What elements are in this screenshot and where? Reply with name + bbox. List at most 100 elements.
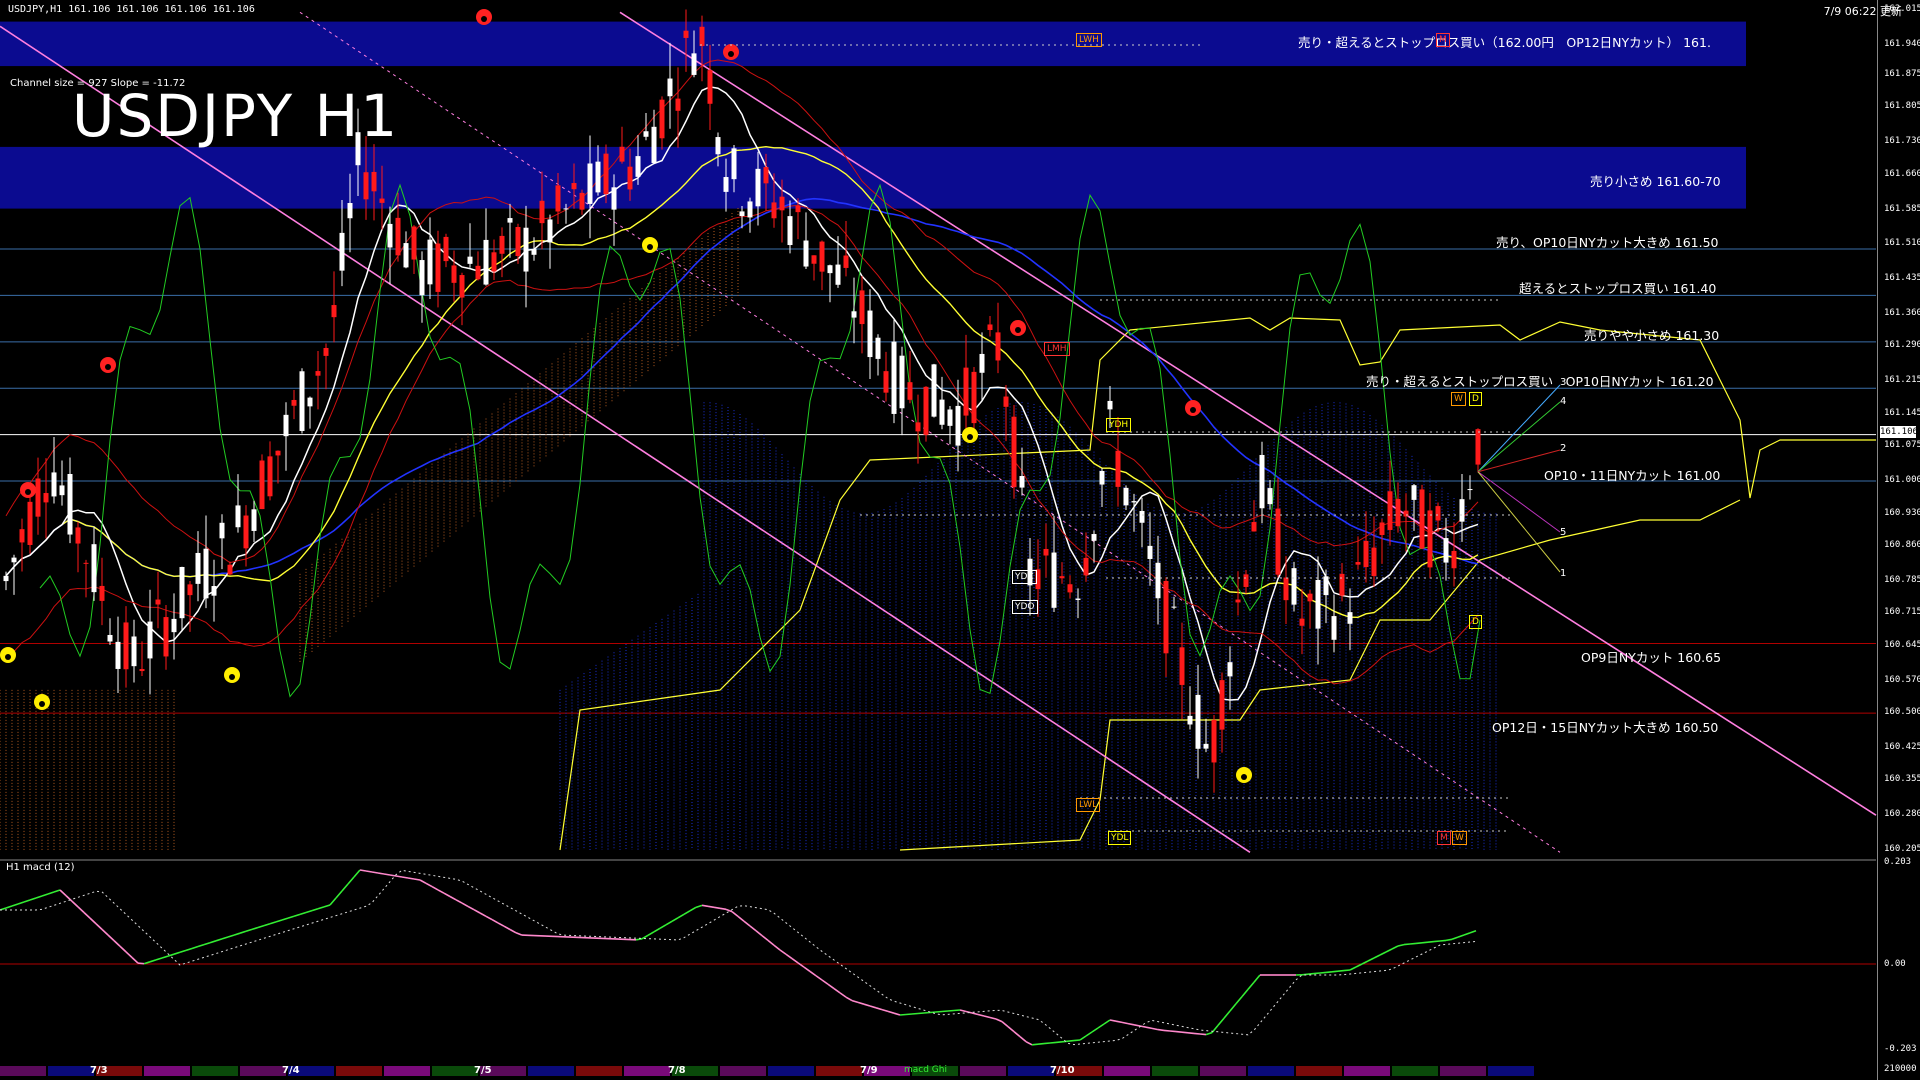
candle-body: [1395, 498, 1401, 527]
candle-body: [363, 172, 369, 200]
macd-line-seg: [119, 945, 127, 953]
time-axis[interactable]: 7/3 7/4 7/5 7/8 7/9 macd Ghi 7/10: [0, 1062, 1878, 1080]
candle-body: [891, 341, 897, 414]
candle-body: [107, 634, 113, 642]
date-label-1: 7/3: [90, 1065, 108, 1076]
macd-line-seg: [89, 917, 97, 925]
macd-line-seg: [1145, 1026, 1153, 1030]
candle-body: [595, 161, 601, 193]
session-segment: [960, 1066, 1006, 1076]
macd-line-seg: [1445, 938, 1453, 942]
macd-line-seg: [1199, 1033, 1207, 1036]
candle-body: [43, 493, 49, 503]
macd-line-seg: [1439, 939, 1447, 942]
session-segment: [1152, 1066, 1198, 1076]
macd-line-seg: [695, 904, 703, 909]
price-tick: 161.215: [1884, 375, 1920, 386]
macd-line-seg: [275, 919, 283, 923]
candle-body: [203, 548, 209, 599]
macd-line-seg: [929, 1011, 937, 1014]
macd-line-seg: [485, 915, 493, 921]
macd-line-seg: [1379, 951, 1387, 956]
macd-line-seg: [857, 1001, 865, 1005]
macd-line-seg: [869, 1005, 877, 1009]
candle-body: [731, 148, 737, 180]
macd-line-seg: [1457, 934, 1465, 938]
price-tick: 161.360: [1884, 307, 1920, 318]
macd-line-seg: [197, 943, 205, 948]
macd-line-seg: [683, 910, 691, 916]
session-segment: [1296, 1066, 1342, 1076]
candle-body: [1147, 545, 1153, 559]
session-segment: [624, 1066, 670, 1076]
level-label-2: 売り小さめ 161.60-70: [1590, 174, 1721, 189]
macd-line-seg: [221, 936, 229, 940]
candle-body: [243, 515, 249, 549]
candle-body: [51, 472, 57, 497]
macd-line-seg: [767, 939, 775, 946]
macd-line-seg: [755, 930, 763, 937]
macd-line-seg: [143, 961, 151, 965]
macd-line-seg: [437, 889, 445, 894]
candle-body: [707, 70, 713, 104]
price-tick: 160.785: [1884, 574, 1920, 585]
macd-line-seg: [1193, 1032, 1201, 1035]
candle-body: [1131, 501, 1137, 503]
candle-body: [771, 202, 777, 219]
candle-body: [867, 310, 873, 358]
price-tick: 161.000: [1884, 475, 1920, 486]
fractal-marker-core: [481, 16, 487, 22]
price-axis[interactable]: 162.015 161.940 161.875 161.805 161.730 161.6…: [1877, 0, 1920, 1080]
macd-line-seg: [467, 905, 475, 911]
macd-line-seg: [401, 876, 409, 879]
level-label-9: OP12日・15日NYカット大きめ 160.50: [1492, 720, 1719, 735]
projection-label-3: 3: [1560, 377, 1567, 388]
candle-body: [131, 636, 137, 667]
macd-line-seg: [11, 903, 19, 907]
candle-body: [947, 409, 953, 426]
macd-line-seg: [1133, 1024, 1141, 1027]
candle-body: [571, 183, 577, 190]
candle-body: [1291, 568, 1297, 605]
macd-line-seg: [77, 906, 85, 914]
current-price-marker: 161.106: [1880, 426, 1918, 438]
macd-line-seg: [1007, 1026, 1015, 1033]
candle-body: [715, 137, 721, 155]
macd-line-seg: [389, 874, 397, 877]
macd-line-seg: [281, 917, 289, 921]
macd-line-seg: [1031, 1043, 1039, 1046]
macd-line-seg: [971, 1012, 979, 1016]
macd-line-seg: [1451, 936, 1459, 941]
macd-line-seg: [371, 871, 379, 874]
price-tick: 160.570: [1884, 674, 1920, 685]
session-segment: [768, 1066, 814, 1076]
macd-line-seg: [1175, 1030, 1183, 1033]
candle-body: [235, 505, 241, 528]
candle-body: [1115, 450, 1121, 487]
macd-line-seg: [1025, 1040, 1033, 1046]
candle-body: [1099, 470, 1105, 485]
candle-body: [403, 243, 409, 268]
candle-body: [611, 187, 617, 210]
chart-window[interactable]: USDJPY,H1 161.106 161.106 161.106 161.10…: [0, 0, 1920, 1080]
macd-signal-line: [0, 869, 1477, 1046]
macd-line-seg: [1097, 1023, 1105, 1029]
macd-line-seg: [1367, 957, 1375, 962]
candle-body: [587, 163, 593, 204]
macd-line-seg: [779, 949, 787, 955]
session-segment: [1488, 1066, 1534, 1076]
price-chart-canvas[interactable]: [0, 0, 1920, 1080]
candle-body: [27, 501, 33, 545]
macd-line-seg: [893, 1012, 901, 1016]
macd-line-seg: [761, 934, 769, 942]
candle-body: [1259, 454, 1265, 509]
macd-line-seg: [227, 934, 235, 938]
macd-line-seg: [245, 928, 253, 933]
macd-line-seg: [1067, 1039, 1075, 1042]
macd-line-seg: [1049, 1041, 1057, 1044]
candle-body: [787, 216, 793, 246]
symbol-info: USDJPY,H1 161.106 161.106 161.106 161.10…: [8, 4, 255, 15]
macd-line-seg: [803, 966, 811, 973]
candle-body: [299, 371, 305, 431]
macd-line-seg: [1313, 972, 1321, 975]
